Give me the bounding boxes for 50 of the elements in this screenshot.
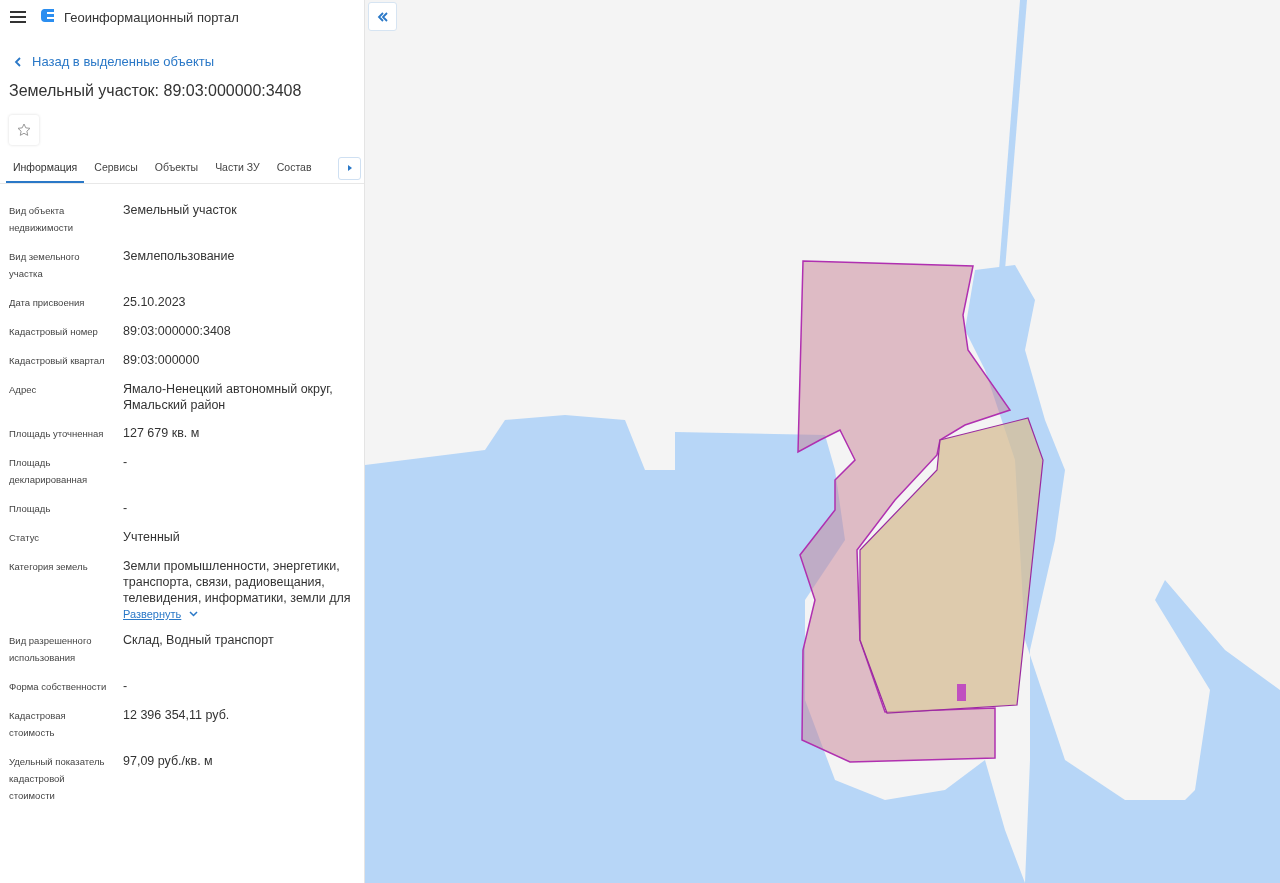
back-link[interactable]: Назад в выделенные объекты <box>14 54 215 69</box>
field-label: Площадь <box>9 502 52 516</box>
star-icon <box>16 122 32 138</box>
field-label: Вид разрешенного использования <box>9 634 93 665</box>
field-label: Кадастровая стоимость <box>9 709 67 740</box>
field-value: 97,09 руб./кв. м <box>123 753 214 769</box>
expand-link[interactable]: Развернуть <box>123 608 199 620</box>
chevron-down-icon <box>189 611 199 617</box>
field-value: - <box>123 500 129 516</box>
field-label: Адрес <box>9 383 38 397</box>
field-label: Площадь уточненная <box>9 427 105 441</box>
field-value: - <box>123 454 129 470</box>
building-marker <box>957 684 966 701</box>
tab[interactable]: Сервисы <box>87 153 145 183</box>
field-label: Площадь декларированная <box>9 456 89 487</box>
field-label: Статус <box>9 531 41 545</box>
field-label: Вид объекта недвижимости <box>9 204 75 235</box>
field-value: 89:03:000000 <box>123 352 201 368</box>
field-label: Вид земельного участка <box>9 250 81 281</box>
field-value: 127 679 кв. м <box>123 425 201 441</box>
object-title: Земельный участок: 89:03:000000:3408 <box>9 82 303 100</box>
field-value: Земельный участок <box>123 202 238 218</box>
field-label: Кадастровый квартал <box>9 354 106 368</box>
favorite-button[interactable] <box>9 115 39 145</box>
field-label: Дата присвоения <box>9 296 86 310</box>
field-value: 25.10.2023 <box>123 294 187 310</box>
field-label: Кадастровый номер <box>9 325 99 339</box>
field-label: Форма собственности <box>9 680 108 694</box>
tab[interactable]: Части ЗУ <box>208 153 267 183</box>
caret-right-icon <box>346 164 353 172</box>
field-label: Удельный показатель кадастровой стоимости <box>9 755 106 803</box>
field-value: Склад, Водный транспорт <box>123 632 275 648</box>
field-value: - <box>123 678 129 694</box>
double-chevron-left-icon <box>376 10 389 23</box>
field-value: 12 396 354,11 руб. <box>123 707 231 723</box>
menu-icon[interactable] <box>10 11 26 23</box>
field-value: Земли промышленности, энергетики, транспорта, связи, радиовещания, телевидения, информатики, земли для <box>123 558 352 606</box>
chevron-left-icon <box>14 56 22 67</box>
field-value: Учтенный <box>123 529 181 545</box>
portal-title: Геоинформационный портал <box>64 9 239 25</box>
tab[interactable]: Объекты <box>147 153 206 183</box>
field-label: Категория земель <box>9 560 89 574</box>
field-value: 89:03:000000:3408 <box>123 323 232 339</box>
field-value: Ямало-Ненецкий автономный округ, Ямальский район <box>123 381 334 413</box>
map[interactable] <box>365 0 1280 883</box>
scroll-tabs-button[interactable] <box>338 156 361 180</box>
tab[interactable]: Информация <box>6 153 85 183</box>
collapse-panel-button[interactable] <box>368 2 397 31</box>
tab[interactable]: Состав <box>269 153 319 183</box>
field-value: Землепользование <box>123 248 236 264</box>
